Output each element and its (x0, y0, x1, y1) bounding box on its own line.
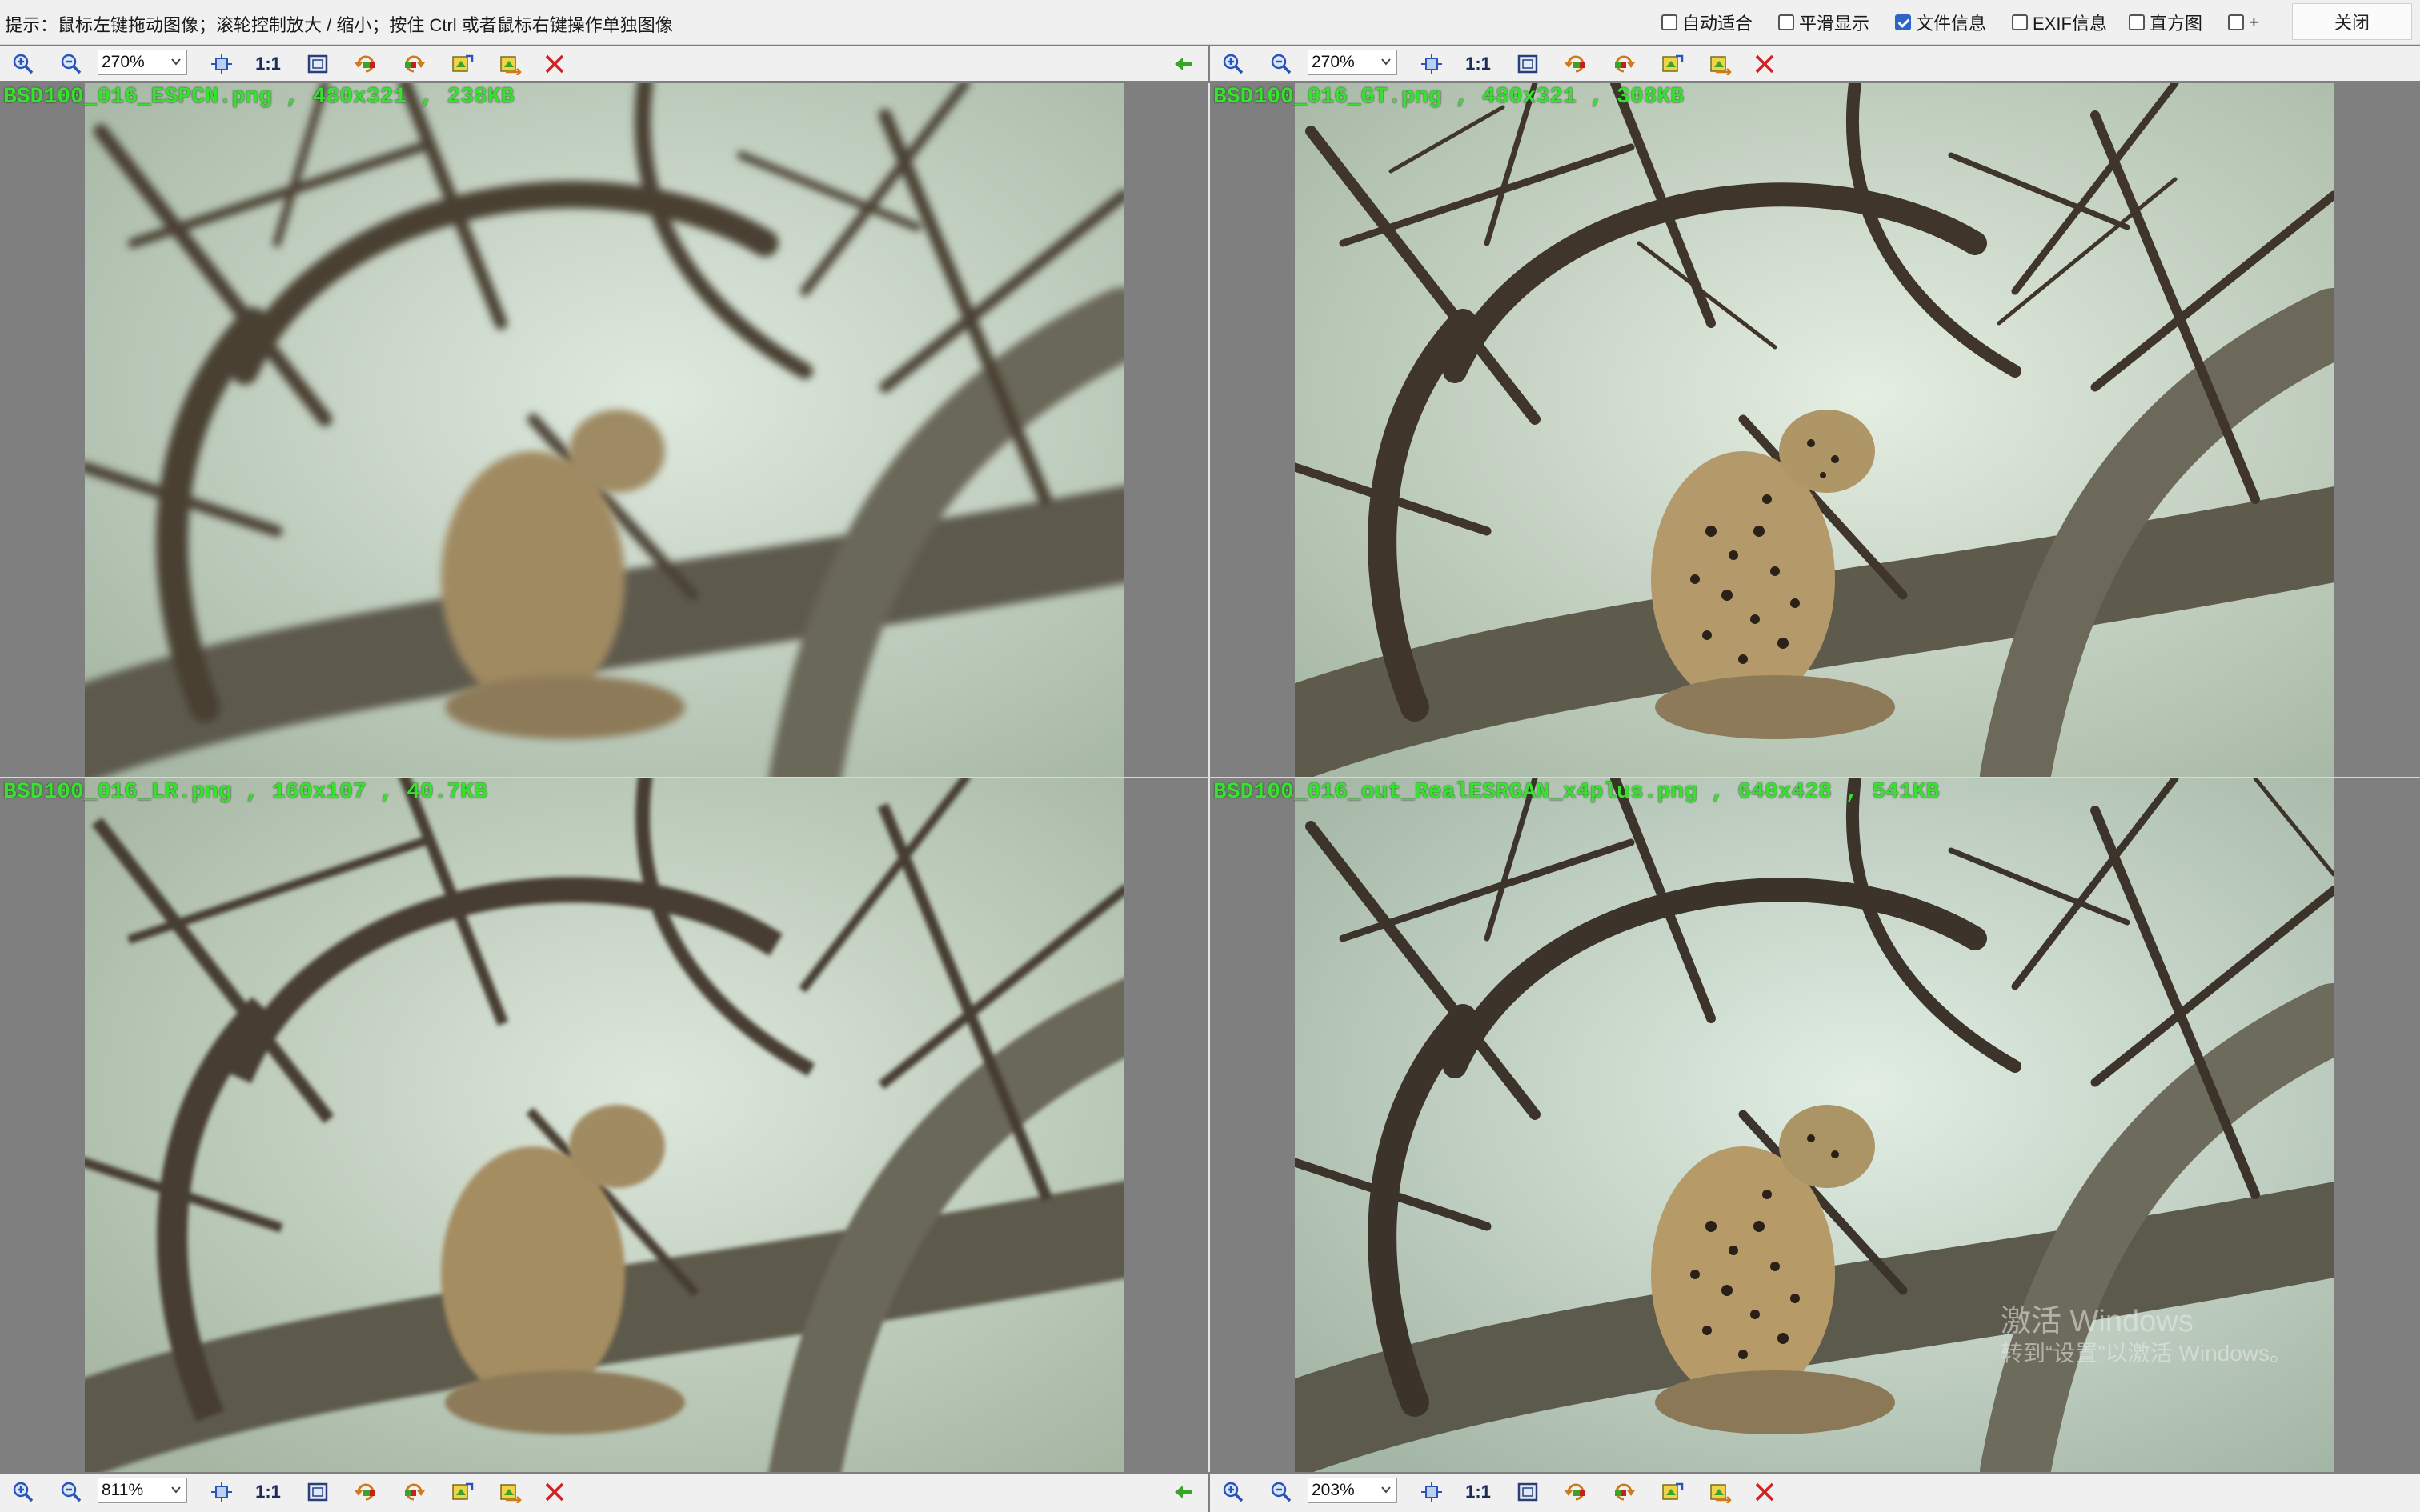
smooth-display-label: 平滑显示 (1799, 14, 1870, 34)
close-image-icon[interactable] (541, 50, 568, 78)
toolbar-bottom-left: 811% 1:1 (0, 1474, 1208, 1512)
smooth-display-checkbox[interactable] (1778, 14, 1794, 30)
image-panel-gt[interactable]: BSD100_016_GT.png , 480x321 , 308KB (1210, 83, 2420, 777)
full-screen-icon[interactable] (304, 50, 331, 78)
plus-checkbox[interactable] (2228, 14, 2244, 30)
zoom-level-value: 270% (102, 53, 145, 71)
close-image-icon[interactable] (1751, 50, 1778, 78)
zoom-level-select[interactable]: 811% (98, 1478, 187, 1503)
zoom-in-icon[interactable] (10, 50, 37, 78)
zoom-level-value: 811% (102, 1481, 144, 1499)
zoom-level-value: 270% (1312, 53, 1355, 71)
rotate-right-icon[interactable] (1610, 1478, 1637, 1506)
top-bar: 提示：鼠标左键拖动图像；滚轮控制放大 / 缩小；按住 Ctrl 或者鼠标右键操作… (0, 0, 2420, 45)
flip-horizontal-icon[interactable] (1658, 1478, 1685, 1506)
activation-watermark-text: 转到“设置”以激活 Windows。 (2001, 1341, 2293, 1366)
rotate-left-icon[interactable] (352, 1478, 379, 1506)
sync-arrow-left-icon[interactable] (1170, 50, 1197, 78)
exif-info-checkbox[interactable] (2012, 14, 2028, 30)
flip-vertical-icon[interactable] (1706, 1478, 1733, 1506)
flip-vertical-icon[interactable] (496, 50, 523, 78)
rotate-right-icon[interactable] (400, 1478, 427, 1506)
file-info-checkbox[interactable] (1895, 14, 1911, 30)
rotate-right-icon[interactable] (400, 50, 427, 78)
rotate-right-icon[interactable] (1610, 50, 1637, 78)
actual-size-button[interactable]: 1:1 (254, 1478, 282, 1506)
fit-window-icon[interactable] (208, 1478, 235, 1506)
rotate-left-icon[interactable] (352, 50, 379, 78)
activation-watermark-title: 激活 Windows (2001, 1305, 2194, 1338)
fit-window-icon[interactable] (208, 50, 235, 78)
image-panel-lr[interactable]: BSD100_016_LR.png , 160x107 , 40.7KB (0, 778, 1208, 1472)
option-smooth-display[interactable]: 平滑显示 (1778, 11, 1869, 34)
toolbar-top-right: 270% 1:1 (1210, 46, 2420, 81)
option-histogram[interactable]: 直方图 (2129, 11, 2202, 34)
leopard-image (85, 83, 1124, 777)
zoom-out-icon[interactable] (1268, 1478, 1295, 1506)
flip-vertical-icon[interactable] (496, 1478, 523, 1506)
horizontal-divider[interactable] (0, 777, 2420, 778)
usage-hint: 提示：鼠标左键拖动图像；滚轮控制放大 / 缩小；按住 Ctrl 或者鼠标右键操作… (5, 15, 673, 35)
full-screen-icon[interactable] (1514, 50, 1541, 78)
image-panel-espcn[interactable]: BSD100_016_ESPCN.png , 480x321 , 238KB (0, 83, 1208, 777)
zoom-level-select[interactable]: 270% (98, 50, 187, 75)
histogram-label: 直方图 (2150, 14, 2203, 34)
option-exif-info[interactable]: EXIF信息 (2012, 11, 2107, 34)
zoom-in-icon[interactable] (1220, 1478, 1247, 1506)
chevron-down-icon (1381, 58, 1391, 66)
actual-size-button[interactable]: 1:1 (1464, 50, 1492, 78)
histogram-checkbox[interactable] (2129, 14, 2145, 30)
rotate-left-icon[interactable] (1562, 1478, 1589, 1506)
zoom-out-icon[interactable] (58, 1478, 85, 1506)
exif-info-label: EXIF信息 (2033, 14, 2107, 34)
actual-size-button[interactable]: 1:1 (254, 50, 282, 78)
fit-window-icon[interactable] (1418, 50, 1445, 78)
sync-arrow-left-icon[interactable] (1170, 1478, 1197, 1506)
close-button[interactable]: 关闭 (2292, 3, 2412, 40)
option-file-info[interactable]: 文件信息 (1895, 11, 1986, 34)
flip-horizontal-icon[interactable] (448, 1478, 475, 1506)
auto-fit-label: 自动适合 (1682, 14, 1753, 34)
close-image-icon[interactable] (541, 1478, 568, 1506)
chevron-down-icon (1381, 1486, 1391, 1494)
zoom-out-icon[interactable] (1268, 50, 1295, 78)
actual-size-button[interactable]: 1:1 (1464, 1478, 1492, 1506)
rotate-left-icon[interactable] (1562, 50, 1589, 78)
leopard-image (1295, 83, 2334, 777)
toolbar-top-left: 270% 1:1 (0, 46, 1208, 81)
zoom-level-value: 203% (1312, 1481, 1355, 1499)
flip-horizontal-icon[interactable] (448, 50, 475, 78)
full-screen-icon[interactable] (1514, 1478, 1541, 1506)
close-image-icon[interactable] (1751, 1478, 1778, 1506)
flip-vertical-icon[interactable] (1706, 50, 1733, 78)
zoom-level-select[interactable]: 203% (1308, 1478, 1397, 1503)
file-info-overlay: BSD100_016_ESPCN.png , 480x321 , 238KB (3, 85, 515, 110)
file-info-overlay: BSD100_016_GT.png , 480x321 , 308KB (1213, 85, 1685, 110)
option-plus[interactable]: + (2228, 11, 2259, 34)
file-info-overlay: BSD100_016_LR.png , 160x107 , 40.7KB (3, 780, 487, 805)
auto-fit-checkbox[interactable] (1661, 14, 1677, 30)
file-info-label: 文件信息 (1916, 14, 1987, 34)
zoom-level-select[interactable]: 270% (1308, 50, 1397, 75)
full-screen-icon[interactable] (304, 1478, 331, 1506)
zoom-in-icon[interactable] (1220, 50, 1247, 78)
file-info-overlay: BSD100_016_out_RealESRGAN_x4plus.png , 6… (1213, 780, 1940, 805)
zoom-in-icon[interactable] (10, 1478, 37, 1506)
option-auto-fit[interactable]: 自动适合 (1661, 11, 1753, 34)
plus-label: + (2249, 12, 2259, 32)
chevron-down-icon (171, 1486, 181, 1494)
zoom-out-icon[interactable] (58, 50, 85, 78)
leopard-image (85, 778, 1124, 1472)
fit-window-icon[interactable] (1418, 1478, 1445, 1506)
toolbar-bottom-right: 203% 1:1 (1210, 1474, 2420, 1512)
flip-horizontal-icon[interactable] (1658, 50, 1685, 78)
chevron-down-icon (171, 58, 181, 66)
